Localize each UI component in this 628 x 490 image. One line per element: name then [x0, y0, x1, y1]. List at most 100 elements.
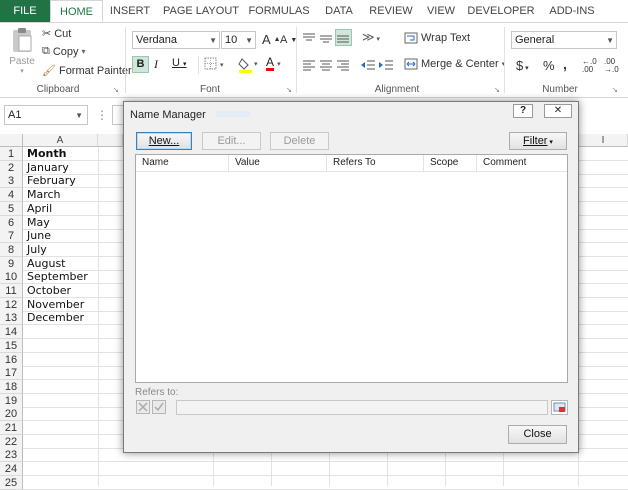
column-comment[interactable]: Comment	[477, 155, 567, 171]
refers-to-input[interactable]	[176, 400, 548, 415]
bold-button[interactable]: B	[132, 56, 149, 73]
month-cell[interactable]: October	[24, 284, 71, 298]
bottom-align-button[interactable]	[335, 29, 352, 46]
font-name-select[interactable]: Verdana ▼	[132, 31, 220, 49]
filter-button[interactable]: Filter ▾	[509, 132, 567, 150]
new-name-button[interactable]: New...	[136, 132, 192, 150]
format-painter-button[interactable]: 🖌 Format Painter	[42, 64, 132, 78]
paste-dropdown-icon[interactable]: ▾	[8, 67, 36, 75]
row-header[interactable]: 18	[0, 380, 23, 394]
comma-button[interactable]: ,	[563, 56, 567, 72]
font-size-select[interactable]: 10 ▼	[221, 31, 256, 49]
number-launcher-icon[interactable]: ↘	[612, 86, 618, 94]
font-color-button[interactable]: A ▾	[266, 55, 281, 69]
percent-button[interactable]: %	[543, 58, 555, 73]
currency-button[interactable]: $ ▾	[516, 58, 529, 73]
row-header[interactable]: 15	[0, 339, 23, 353]
merge-center-button[interactable]: Merge & Center ▾	[404, 58, 505, 70]
row-header[interactable]: 22	[0, 435, 23, 449]
tab-file[interactable]: FILE	[0, 0, 50, 22]
decrease-indent-button[interactable]	[360, 59, 376, 74]
row-header[interactable]: 21	[0, 421, 23, 435]
row-header[interactable]: 3	[0, 174, 23, 188]
row-header[interactable]: 5	[0, 202, 23, 216]
paste-button[interactable]: Paste ▾	[8, 27, 36, 77]
names-list[interactable]: Name Value Refers To Scope Comment	[135, 154, 568, 383]
increase-indent-button[interactable]	[378, 59, 394, 74]
month-cell[interactable]: December	[24, 311, 84, 325]
select-all-corner[interactable]	[0, 134, 23, 147]
row-header[interactable]: 16	[0, 353, 23, 367]
row-header[interactable]: 2	[0, 161, 23, 175]
top-align-button[interactable]	[302, 32, 316, 47]
row-header[interactable]: 1	[0, 147, 23, 161]
increase-decimal-button[interactable]: ←.0.00	[582, 58, 597, 74]
month-cell[interactable]: March	[24, 188, 61, 202]
number-format-select[interactable]: General ▼	[511, 31, 617, 49]
month-cell[interactable]: July	[24, 243, 47, 257]
edit-name-button[interactable]: Edit...	[202, 132, 261, 150]
tab-page-layout[interactable]: PAGE LAYOUT	[160, 0, 242, 22]
tab-review[interactable]: REVIEW	[366, 0, 416, 22]
tab-formulas[interactable]: FORMULAS	[246, 0, 312, 22]
copy-button[interactable]: ⧉ Copy ▾	[42, 45, 86, 58]
row-header[interactable]: 20	[0, 407, 23, 421]
align-right-button[interactable]	[336, 59, 350, 74]
column-value[interactable]: Value	[229, 155, 327, 171]
row-header[interactable]: 4	[0, 188, 23, 202]
month-cell[interactable]: September	[24, 270, 88, 284]
column-name[interactable]: Name	[136, 155, 229, 171]
row-header[interactable]: 17	[0, 366, 23, 380]
row-header[interactable]: 23	[0, 448, 23, 462]
row-header[interactable]: 11	[0, 284, 23, 298]
row-header[interactable]: 14	[0, 325, 23, 339]
tab-home[interactable]: HOME	[50, 0, 103, 22]
tab-insert[interactable]: INSERT	[106, 0, 154, 22]
month-cell[interactable]: November	[24, 298, 84, 312]
fill-color-button[interactable]: ▾	[238, 56, 262, 77]
row-header[interactable]: 25	[0, 476, 23, 490]
row-header[interactable]: 19	[0, 394, 23, 408]
row-header[interactable]: 13	[0, 311, 23, 325]
delete-name-button[interactable]: Delete	[270, 132, 329, 150]
grow-font-button[interactable]: A ▲	[262, 32, 281, 47]
row-header[interactable]: 24	[0, 462, 23, 476]
formula-bar-options[interactable]: ⋮	[96, 108, 108, 122]
month-cell[interactable]: May	[24, 216, 50, 230]
month-cell[interactable]: February	[24, 174, 76, 188]
borders-button[interactable]: ▾	[204, 57, 228, 74]
row-header[interactable]: 10	[0, 270, 23, 284]
clipboard-launcher-icon[interactable]: ↘	[113, 86, 119, 94]
orientation-button[interactable]: ≫ ▾	[362, 30, 380, 44]
confirm-edit-button[interactable]	[152, 400, 166, 414]
copy-dropdown-icon[interactable]: ▾	[82, 47, 86, 56]
row-header[interactable]: 7	[0, 229, 23, 243]
month-cell[interactable]: January	[24, 161, 69, 175]
column-header[interactable]	[98, 134, 123, 147]
alignment-launcher-icon[interactable]: ↘	[494, 86, 500, 94]
header-cell[interactable]: Month	[24, 147, 66, 161]
row-header[interactable]: 6	[0, 216, 23, 230]
tab-add-ins[interactable]: ADD-INS	[544, 0, 600, 22]
shrink-font-button[interactable]: A ▼	[280, 34, 297, 46]
dialog-close-x[interactable]: ✕	[544, 104, 572, 118]
month-cell[interactable]: April	[24, 202, 52, 216]
cancel-edit-button[interactable]	[136, 400, 150, 414]
font-launcher-icon[interactable]: ↘	[286, 86, 292, 94]
decrease-decimal-button[interactable]: .00 →.0	[604, 58, 619, 74]
tab-developer[interactable]: DEVELOPER	[466, 0, 536, 22]
align-center-button[interactable]	[319, 59, 333, 74]
wrap-text-button[interactable]: Wrap Text	[404, 32, 470, 44]
column-header-i[interactable]: I	[579, 134, 628, 147]
column-header-a[interactable]: A	[23, 134, 98, 147]
tab-view[interactable]: VIEW	[422, 0, 460, 22]
italic-button[interactable]: I	[154, 57, 158, 72]
tab-data[interactable]: DATA	[318, 0, 360, 22]
close-button[interactable]: Close	[508, 425, 567, 444]
underline-button[interactable]: U ▾	[172, 57, 187, 69]
row-header[interactable]: 8	[0, 243, 23, 257]
column-refers-to[interactable]: Refers To	[327, 155, 424, 171]
row-header[interactable]: 9	[0, 257, 23, 271]
cut-button[interactable]: ✂ Cut	[42, 27, 71, 41]
month-cell[interactable]: August	[24, 257, 66, 271]
